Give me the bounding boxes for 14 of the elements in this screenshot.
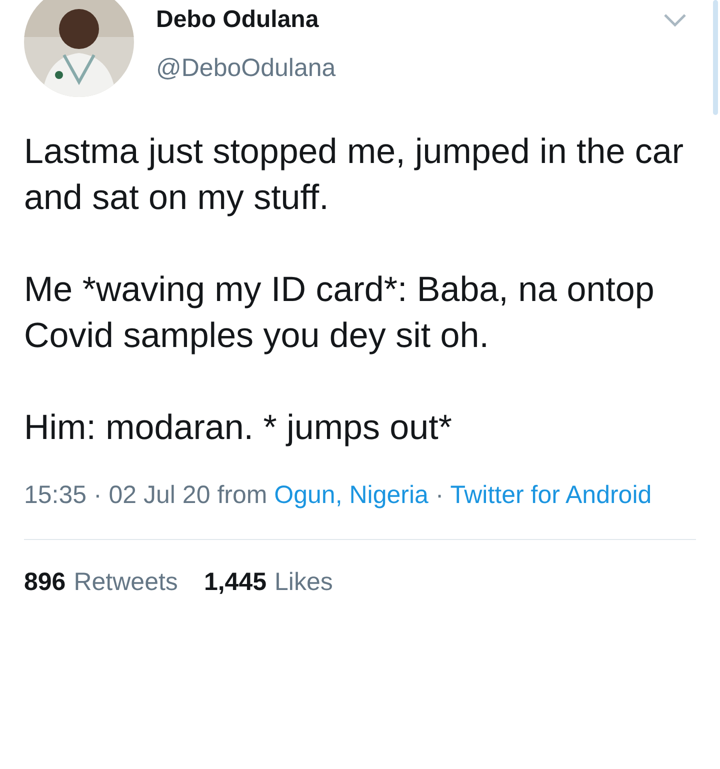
chevron-down-icon[interactable] xyxy=(662,12,688,28)
tweet-text: Him: modaran. * jumps out* xyxy=(24,407,453,449)
separator-dot: · xyxy=(435,481,444,509)
stat-count: 896 xyxy=(24,568,66,597)
source-link[interactable]: Twitter for Android xyxy=(450,481,652,509)
stat-count: 1,445 xyxy=(204,568,266,597)
author-handle: @DeboOdulana xyxy=(156,54,337,83)
tweet-text: Me *waving my ID card*: Baba, na ontop Covid samples you dey sit oh. xyxy=(24,269,656,357)
stat-label: Retweets xyxy=(74,568,178,597)
location-link[interactable]: Ogun, Nigeria xyxy=(274,481,428,509)
tweet-timestamp: 15:35 · 02 Jul 20 from xyxy=(24,481,268,509)
tweet-text: Lastma just stopped me, jumped in the car and sat on my stuff. xyxy=(24,131,685,219)
author-name: Debo Odulana xyxy=(156,6,320,34)
stat-label: Likes xyxy=(274,568,333,597)
